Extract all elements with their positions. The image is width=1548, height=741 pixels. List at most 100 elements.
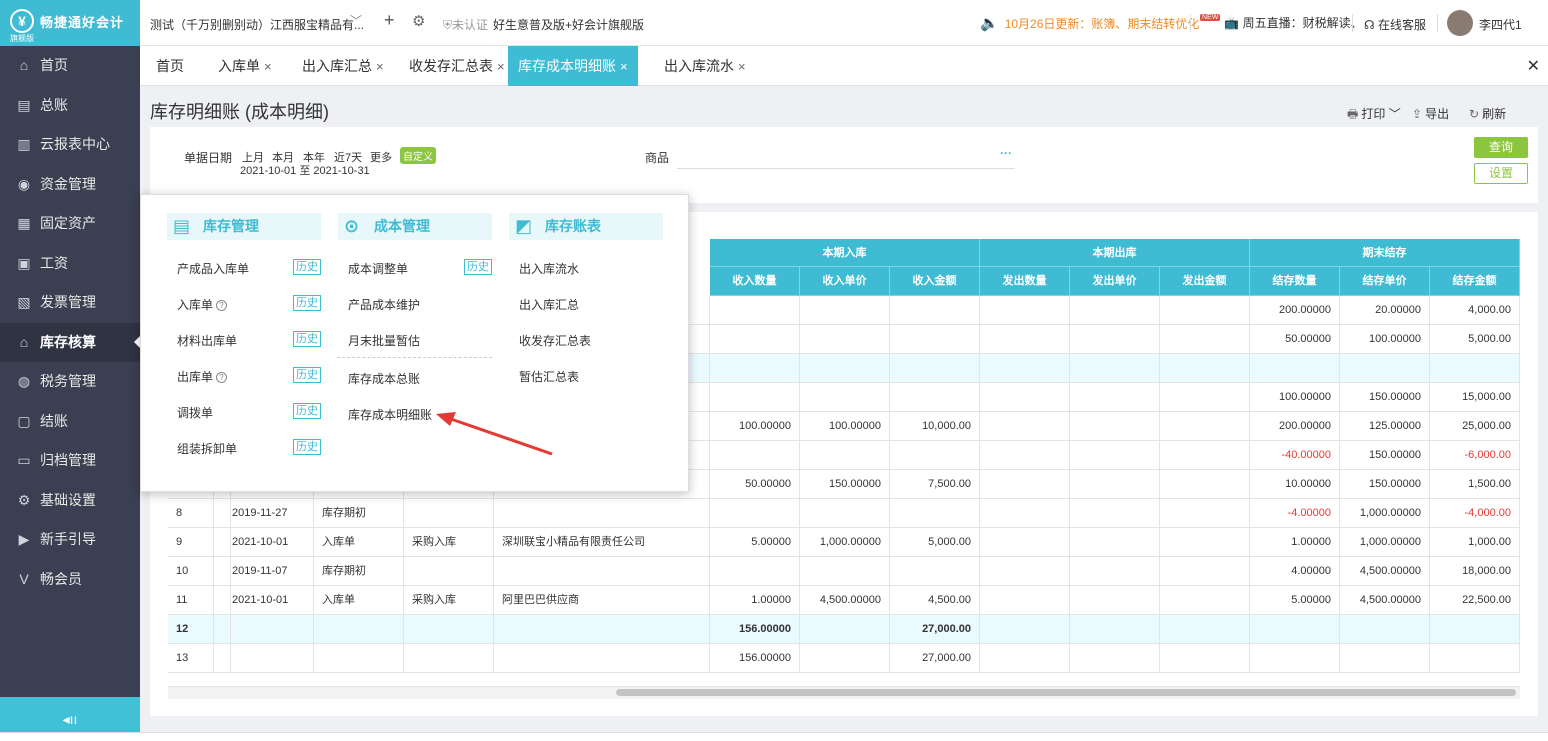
menu-item[interactable]: 出入库流水: [519, 260, 579, 277]
group-header: 本期出库: [980, 239, 1250, 267]
menu-item[interactable]: 入库单?: [177, 296, 228, 313]
sidebar-item[interactable]: ◍ 税务管理: [0, 362, 140, 401]
query-button[interactable]: 查询: [1474, 137, 1528, 158]
horizontal-scrollbar[interactable]: [616, 689, 1516, 696]
sidebar-item[interactable]: ◉ 资金管理: [0, 165, 140, 204]
cell-out-qty: [980, 470, 1070, 499]
logo[interactable]: ¥ 畅捷通好会计 旗舰版: [0, 0, 140, 46]
sidebar-item[interactable]: ▢ 结账: [0, 402, 140, 441]
menu-item[interactable]: 月末批量暂估: [348, 332, 420, 349]
column-header[interactable]: 结存数量: [1250, 267, 1340, 296]
live-broadcast[interactable]: NEW 📺 周五直播：财税解读、: [1200, 14, 1363, 31]
cell-bal-qty: [1250, 615, 1340, 644]
tab[interactable]: 库存成本明细账 ×: [508, 46, 638, 86]
menu-item[interactable]: 库存成本总账: [348, 370, 420, 387]
update-notice[interactable]: 🔈 10月26日更新：账簿、期末结转优化: [980, 14, 1199, 32]
sidebar-item[interactable]: ▥ 云报表中心: [0, 125, 140, 164]
username[interactable]: 李四代1: [1479, 16, 1522, 33]
menu-item[interactable]: 产品成本维护: [348, 296, 420, 313]
table-row[interactable]: 12 156.00000 27,000.00: [168, 615, 1520, 644]
menu-item[interactable]: 成本调整单: [348, 260, 408, 277]
period-more[interactable]: 更多: [370, 149, 392, 165]
settings-button[interactable]: 设置: [1474, 163, 1528, 184]
close-tab-icon[interactable]: ×: [738, 59, 746, 74]
print-button[interactable]: 🖶 打印 ﹀: [1347, 105, 1401, 126]
date-range[interactable]: 2021-10-01 至 2021-10-31: [240, 162, 370, 178]
column-header[interactable]: 收入单价: [800, 267, 890, 296]
export-button[interactable]: ⇪ 导出: [1412, 105, 1449, 122]
period-custom[interactable]: 自定义: [400, 147, 436, 164]
column-header[interactable]: 收入金额: [890, 267, 980, 296]
tab[interactable]: 入库单 ×: [218, 46, 272, 86]
sidebar-item[interactable]: ▶ 新手引导: [0, 520, 140, 559]
refresh-button[interactable]: ↻ 刷新: [1469, 105, 1506, 122]
sidebar-item[interactable]: ⌂ 库存核算: [0, 322, 140, 362]
cell-out-qty: [980, 354, 1070, 383]
history-button[interactable]: 历史: [293, 295, 321, 311]
tab[interactable]: 出入库汇总 ×: [302, 46, 384, 86]
history-button[interactable]: 历史: [293, 367, 321, 383]
vip-icon: V: [19, 570, 29, 587]
column-header[interactable]: 发出金额: [1160, 267, 1250, 296]
close-tab-icon[interactable]: ×: [264, 59, 272, 74]
cell-bal-price: 100.00000: [1340, 325, 1430, 354]
history-button[interactable]: 历史: [293, 331, 321, 347]
sidebar-item[interactable]: ▭ 归档管理: [0, 441, 140, 480]
table-row[interactable]: 10 2019-11-07 库存期初 4.00000 4,500.00000 18,000…: [168, 557, 1520, 586]
cell-bal-amt: -6,000.00: [1430, 441, 1520, 470]
table-row[interactable]: 13 156.00000 27,000.00: [168, 644, 1520, 673]
cell-in-amt: 5,000.00: [890, 528, 980, 557]
menu-item[interactable]: 组装拆卸单: [177, 440, 237, 457]
unverified-badge[interactable]: ⛨未认证: [443, 16, 488, 33]
close-all-icon[interactable]: ✕: [1527, 56, 1540, 76]
tab[interactable]: 收发存汇总表 ×: [409, 46, 505, 86]
column-header[interactable]: 发出数量: [980, 267, 1070, 296]
add-icon[interactable]: +: [384, 10, 395, 31]
history-button[interactable]: 历史: [293, 403, 321, 419]
sidebar-item[interactable]: ▤ 总账: [0, 86, 140, 125]
menu-item[interactable]: 库存成本明细账: [348, 406, 432, 423]
table-row[interactable]: 8 2019-11-27 库存期初 -4.00000 1,000.00000 -4,000…: [168, 499, 1520, 528]
cell-bal-qty: 200.00000: [1250, 296, 1340, 325]
help-icon[interactable]: ?: [216, 300, 228, 312]
history-button[interactable]: 历史: [293, 439, 321, 455]
menu-item[interactable]: 出入库汇总: [519, 296, 579, 313]
history-button[interactable]: 历史: [464, 259, 492, 275]
menu-item-label: 调拨单: [177, 406, 214, 420]
column-header[interactable]: 结存金额: [1430, 267, 1520, 296]
online-service[interactable]: ☊ 在线客服: [1364, 16, 1426, 33]
company-name[interactable]: 测试（千万别删别动）江西服宝精品有...: [150, 16, 364, 33]
sidebar-item[interactable]: ⌂ 首页: [0, 46, 140, 85]
sidebar-item[interactable]: ▣ 工资: [0, 244, 140, 283]
help-icon[interactable]: ?: [216, 372, 228, 384]
sidebar-item[interactable]: ▧ 发票管理: [0, 283, 140, 322]
menu-item[interactable]: 收发存汇总表: [519, 332, 591, 349]
close-tab-icon[interactable]: ×: [497, 59, 505, 74]
tab[interactable]: 首页: [156, 46, 184, 86]
menu-item[interactable]: 产成品入库单: [177, 260, 249, 277]
table-row[interactable]: 9 2021-10-01 入库单 采购入库 深圳联宝小精品有限责任公司 5.00000 1,…: [168, 528, 1520, 557]
column-header[interactable]: 收入数量: [710, 267, 800, 296]
close-tab-icon[interactable]: ×: [376, 59, 384, 74]
gear-icon[interactable]: ⚙: [412, 12, 425, 30]
menu-item[interactable]: 暂估汇总表: [519, 368, 579, 385]
menu-item-label: 产品成本维护: [348, 298, 421, 312]
table-row[interactable]: 11 2021-10-01 入库单 采购入库 阿里巴巴供应商 1.00000 4,500.0…: [168, 586, 1520, 615]
menu-item[interactable]: 调拨单: [177, 404, 213, 421]
chevron-down-icon[interactable]: ﹀: [350, 12, 362, 29]
sidebar-item[interactable]: V 畅会员: [0, 560, 140, 599]
avatar[interactable]: [1447, 10, 1473, 36]
column-header[interactable]: 结存单价: [1340, 267, 1430, 296]
close-tab-icon[interactable]: ×: [620, 59, 628, 74]
column-header[interactable]: 发出单价: [1070, 267, 1160, 296]
tab[interactable]: 出入库流水 ×: [664, 46, 746, 86]
menu-item[interactable]: 材料出库单: [177, 332, 237, 349]
goods-input[interactable]: [677, 168, 1015, 169]
sidebar-item[interactable]: ⚙ 基础设置: [0, 481, 140, 520]
cell-in-price: 150.00000: [800, 470, 890, 499]
sidebar-item[interactable]: ▦ 固定资产: [0, 204, 140, 243]
sidebar-item-label: 固定资产: [40, 215, 96, 231]
menu-item[interactable]: 出库单?: [177, 368, 228, 385]
history-button[interactable]: 历史: [293, 259, 321, 275]
more-icon[interactable]: ···: [1000, 146, 1012, 160]
